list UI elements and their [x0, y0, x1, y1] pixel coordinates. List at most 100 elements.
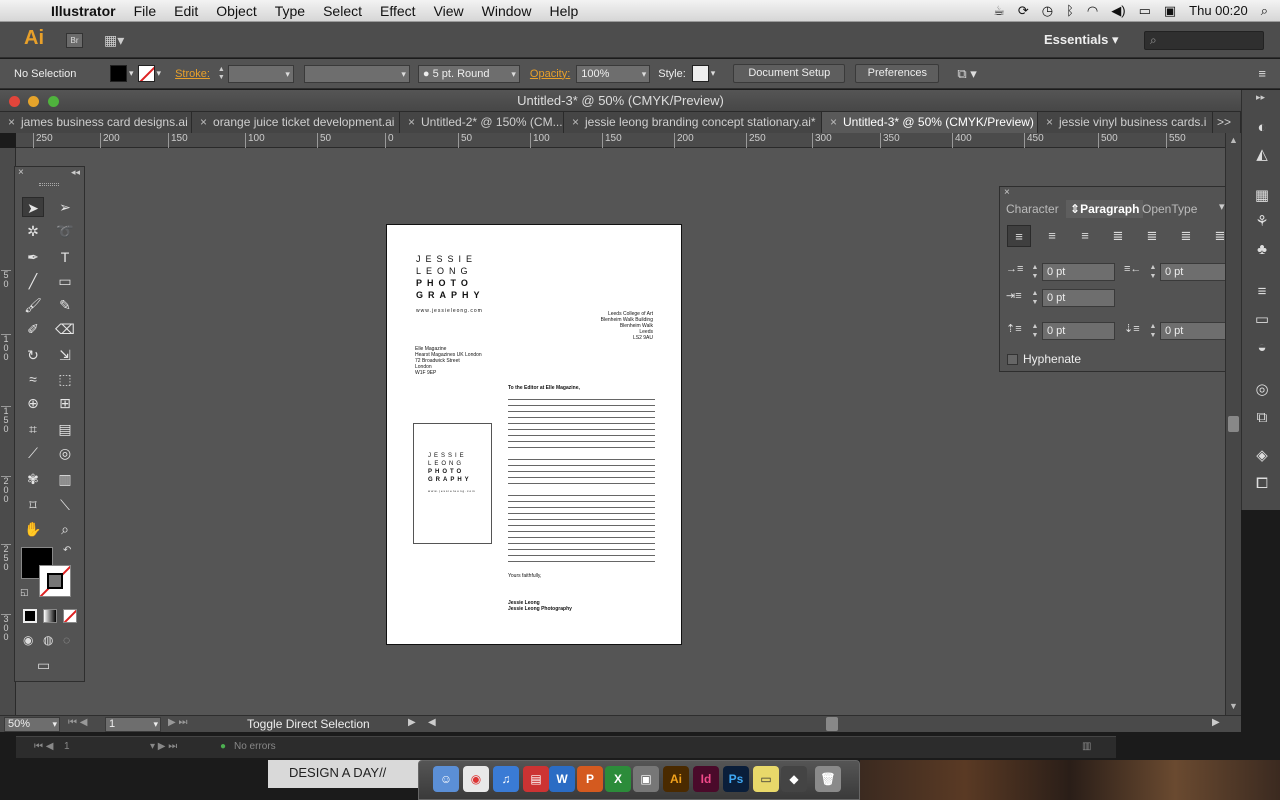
slice-tool-icon[interactable]: ⟍ — [54, 495, 76, 515]
menu-object[interactable]: Object — [207, 0, 265, 22]
justify-left-icon[interactable]: ≣ — [1106, 225, 1130, 247]
stroke-dropdown-icon[interactable]: ▾ — [157, 68, 162, 79]
artboard[interactable]: JESSIE LEONG PHOTO GRAPHY www.jessieleon… — [386, 224, 682, 645]
align-left-icon[interactable]: ≡ — [1007, 225, 1031, 247]
color-guide-icon[interactable]: ◭ — [1252, 145, 1272, 165]
stroke-weight-stepper[interactable]: ▲ ▼ — [218, 66, 228, 82]
zoom-dropdown-icon[interactable]: ▾ — [52, 718, 57, 731]
gradient-tool-icon[interactable]: ▤ — [54, 419, 76, 439]
menu-help[interactable]: Help — [540, 0, 587, 22]
menu-effect[interactable]: Effect — [371, 0, 425, 22]
stroke-color-box[interactable] — [39, 565, 71, 597]
design-a-day-window[interactable]: DESIGN A DAY// — [268, 760, 426, 788]
scroll-down-icon[interactable]: ▼ — [1229, 701, 1238, 711]
menu-select[interactable]: Select — [314, 0, 371, 22]
menu-view[interactable]: View — [425, 0, 473, 22]
menu-type[interactable]: Type — [266, 0, 314, 22]
scroll-up-icon[interactable]: ▲ — [1229, 135, 1238, 145]
bridge-button[interactable]: Br — [66, 33, 83, 48]
help-search-input[interactable]: ⌕ — [1144, 31, 1264, 50]
magic-wand-tool-icon[interactable]: ✲ — [22, 221, 44, 241]
width-tool-icon[interactable]: ≈ — [22, 369, 44, 389]
bluetooth-icon[interactable]: ᛒ — [1066, 3, 1074, 18]
space-before-stepper[interactable]: ▲ ▼ — [1030, 322, 1040, 340]
tab-opentype[interactable]: OpenType — [1142, 200, 1197, 218]
left-indent-stepper[interactable]: ▲ ▼ — [1030, 263, 1040, 281]
menu-edit[interactable]: Edit — [165, 0, 207, 22]
blend-tool-icon[interactable]: ◎ — [54, 443, 76, 463]
zoom-level-field[interactable]: 50% ▾ — [4, 717, 60, 732]
calendar-icon[interactable]: ▤ — [523, 766, 549, 792]
sync-icon[interactable]: ⟳ — [1018, 3, 1029, 19]
gradient-mode-icon[interactable] — [43, 609, 57, 623]
draw-inside-icon[interactable]: ◌ — [63, 633, 70, 647]
variable-width-profile[interactable] — [303, 64, 410, 83]
collapse-panel-icon[interactable]: ◂◂ — [71, 167, 80, 178]
close-tab-icon[interactable]: × — [200, 115, 207, 129]
bg-resize-icon[interactable]: ▥ — [1082, 741, 1091, 752]
bg-next-page-icon[interactable]: ▾ ▶ ⏭ — [150, 741, 177, 752]
menu-app[interactable]: Illustrator — [42, 0, 125, 22]
tab-orange-juice-ticket[interactable]: × orange juice ticket development.ai — [192, 112, 400, 133]
tab-untitled-2[interactable]: × Untitled-2* @ 150% (CM... — [400, 112, 564, 133]
time-machine-icon[interactable]: ◷ — [1042, 3, 1053, 19]
none-mode-icon[interactable] — [63, 609, 77, 623]
excel-icon[interactable]: X — [605, 766, 631, 792]
free-transform-tool-icon[interactable]: ⬚ — [54, 369, 76, 389]
first-artboard-icon[interactable]: ⏮ ◀ — [68, 717, 87, 728]
bg-first-page-icon[interactable]: ⏮ ◀ — [34, 741, 53, 752]
brushes-panel-icon[interactable]: ⚘ — [1252, 212, 1272, 232]
opacity-field[interactable]: 100% — [576, 64, 651, 83]
battery-icon[interactable]: ▭ — [1139, 3, 1151, 19]
rectangle-tool-icon[interactable]: ▭ — [54, 271, 76, 291]
pen-tool-icon[interactable]: ✒ — [22, 247, 44, 267]
pencil-tool-icon[interactable]: ✎ — [54, 295, 76, 315]
blob-brush-tool-icon[interactable]: ✐ — [22, 319, 44, 339]
artboard-number-field[interactable]: 1 ▾ — [105, 717, 161, 732]
clock[interactable]: Thu 00:20 — [1189, 3, 1248, 18]
itunes-icon[interactable]: ♫ — [493, 766, 519, 792]
collapse-dock-icon[interactable]: ▸▸ — [1256, 92, 1265, 103]
tab-untitled-3[interactable]: × Untitled-3* @ 50% (CMYK/Preview) — [822, 112, 1038, 133]
brush-definition[interactable]: ● 5 pt. Round — [417, 64, 520, 83]
horizontal-ruler[interactable]: 250 200 150 100 50 0 50 100 150 200 250 … — [16, 133, 1241, 148]
coffee-icon[interactable]: ☕ — [993, 3, 1005, 19]
next-artboard-icon[interactable]: ▶ ⏭ — [168, 717, 187, 728]
type-tool-icon[interactable]: T — [54, 247, 76, 267]
scroll-right-icon[interactable]: ▶ — [1212, 717, 1220, 728]
close-tab-icon[interactable]: × — [408, 115, 415, 129]
photoshop-dock-icon[interactable]: Ps — [723, 766, 749, 792]
swatches-panel-icon[interactable]: ▦ — [1252, 186, 1272, 206]
first-line-indent-field[interactable]: 0 pt — [1042, 289, 1115, 307]
draw-normal-icon[interactable]: ◉ — [23, 633, 33, 647]
gradient-panel-icon[interactable]: ▭ — [1252, 310, 1272, 330]
align-right-icon[interactable]: ≡ — [1073, 225, 1097, 247]
h-scroll-thumb[interactable] — [826, 717, 838, 731]
tab-character[interactable]: Character — [1006, 200, 1059, 218]
scale-tool-icon[interactable]: ⇲ — [54, 345, 76, 365]
opacity-label[interactable]: Opacity: — [530, 68, 570, 80]
scroll-thumb[interactable] — [1228, 416, 1239, 432]
left-indent-field[interactable]: 0 pt — [1042, 263, 1115, 281]
stroke-weight-field[interactable] — [227, 64, 294, 83]
preview-icon[interactable]: ▣ — [633, 766, 659, 792]
fill-dropdown-icon[interactable]: ▾ — [129, 68, 134, 79]
preferences-button[interactable]: Preferences — [855, 64, 940, 83]
hand-tool-icon[interactable]: ✋ — [22, 519, 44, 539]
business-card-preview[interactable]: JESSIE LEONG PHOTO GRAPHY www.jessieleon… — [413, 423, 492, 544]
panel-grip[interactable] — [39, 183, 59, 186]
swap-fill-stroke-icon[interactable]: ↶ — [63, 545, 71, 556]
spotlight-icon[interactable]: ⌕ — [1261, 3, 1268, 19]
fill-swatch[interactable] — [110, 65, 127, 82]
vertical-scrollbar[interactable]: ▲ ▼ — [1225, 133, 1241, 715]
space-before-field[interactable]: 0 pt — [1042, 322, 1115, 340]
status-menu-icon[interactable]: ▶ — [408, 717, 416, 728]
perspective-grid-tool-icon[interactable]: ⊞ — [54, 393, 76, 413]
right-indent-stepper[interactable]: ▲ ▼ — [1148, 263, 1158, 281]
color-panel-icon[interactable]: ◐ — [1252, 118, 1272, 138]
default-fill-stroke-icon[interactable]: ◱ — [20, 587, 29, 598]
zoom-window-button[interactable] — [48, 96, 59, 107]
minimize-window-button[interactable] — [28, 96, 39, 107]
zoom-tool-icon[interactable]: ⌕ — [54, 519, 76, 539]
line-tool-icon[interactable]: ╱ — [22, 271, 44, 291]
